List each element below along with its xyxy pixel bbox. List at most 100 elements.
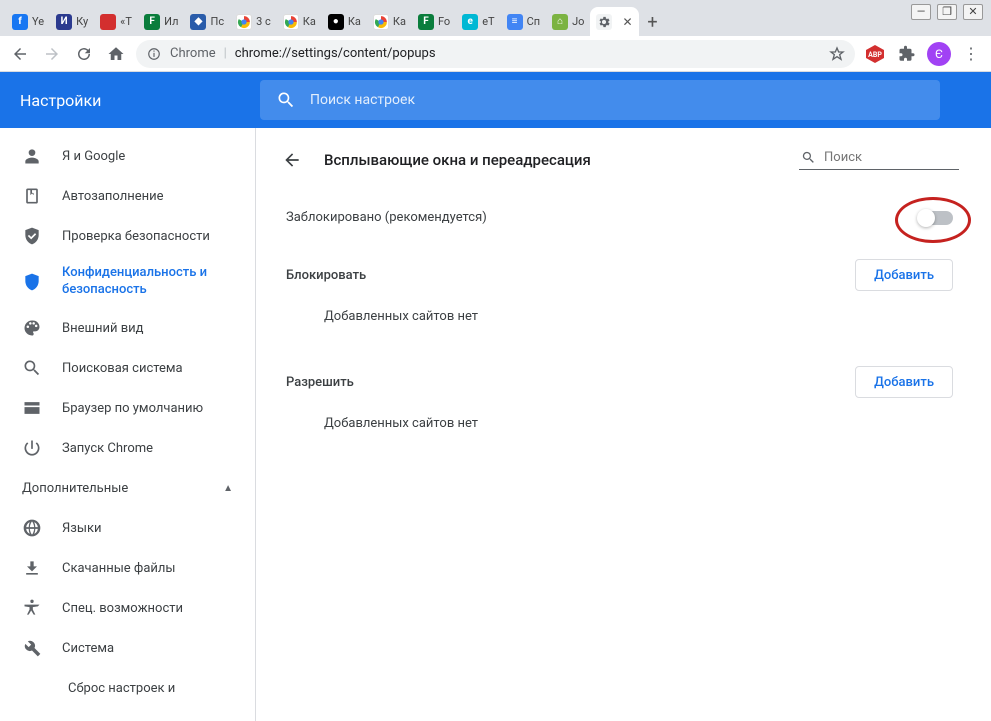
tab-item[interactable]: ⌂Jo <box>546 7 590 36</box>
sidebar-item-label: Система <box>62 641 114 656</box>
site-info-icon[interactable] <box>146 46 162 62</box>
settings-search[interactable] <box>260 80 940 120</box>
sidebar-item[interactable]: Внешний вид <box>0 308 255 348</box>
tab-item[interactable]: ИКу <box>50 7 94 36</box>
palette-icon <box>22 318 42 338</box>
tab-favicon <box>100 14 116 30</box>
sidebar-item-label: Браузер по умолчанию <box>62 401 203 416</box>
sidebar-item[interactable]: Проверка безопасности <box>0 216 255 256</box>
sidebar-item[interactable]: Спец. возможности <box>0 588 255 628</box>
tab-label: Сп <box>527 15 541 28</box>
sidebar-item[interactable]: Я и Google <box>0 136 255 176</box>
section-header: Блокировать Добавить <box>280 243 959 291</box>
sidebar-item-label: Запуск Chrome <box>62 441 153 456</box>
sidebar-item-label: Я и Google <box>62 149 125 164</box>
page-local-search-input[interactable] <box>824 150 990 165</box>
tab-item[interactable]: ● Ка <box>322 7 367 36</box>
add-button[interactable]: Добавить <box>855 259 953 291</box>
sidebar-item[interactable]: Скачанные файлы <box>0 548 255 588</box>
sidebar-item-label: Спец. возможности <box>62 601 183 616</box>
shield-check-icon <box>22 226 42 246</box>
tab-favicon: F <box>418 14 434 30</box>
window-close[interactable]: ✕ <box>963 4 983 20</box>
blocked-toggle-row: Заблокировано (рекомендуется) <box>280 192 959 243</box>
page-local-search[interactable] <box>799 150 959 170</box>
extension-abp-icon[interactable]: ABP <box>863 42 887 66</box>
tab-label: Ка <box>303 15 316 28</box>
tab-item[interactable]: Ка <box>367 7 412 36</box>
sidebar-advanced-toggle[interactable]: Дополнительные ▲ <box>0 468 255 508</box>
back-button[interactable] <box>8 42 32 66</box>
tab-item[interactable]: eeT <box>456 7 500 36</box>
sidebar-item-label: Языки <box>62 521 102 536</box>
sidebar-item-label: Поисковая система <box>62 361 183 376</box>
tab-item[interactable]: FFo <box>412 7 456 36</box>
add-button[interactable]: Добавить <box>855 366 953 398</box>
tab-item[interactable]: FИл <box>138 7 184 36</box>
tab-label: Ка <box>393 15 406 28</box>
tab-label: Пс <box>210 15 224 28</box>
chrome-menu-icon[interactable]: ⋮ <box>959 44 983 63</box>
sidebar-item[interactable]: Система <box>0 628 255 668</box>
settings-search-input[interactable] <box>310 92 924 108</box>
tab-active-settings[interactable]: ✕ <box>590 7 638 36</box>
tab-item[interactable]: Ка <box>277 7 322 36</box>
bookmark-star-icon[interactable] <box>829 46 845 62</box>
tab-label: 3 с <box>256 15 271 28</box>
window-minimize[interactable]: — <box>911 4 931 20</box>
tab-favicon <box>373 14 389 30</box>
sidebar-item[interactable]: Запуск Chrome <box>0 428 255 468</box>
sidebar-item[interactable]: Конфиденциальность и безопасность <box>0 256 255 308</box>
section-empty-text: Добавленных сайтов нет <box>280 398 959 457</box>
power-icon <box>22 438 42 458</box>
svg-text:ABP: ABP <box>868 51 882 59</box>
wrench-icon <box>22 638 42 658</box>
tab-favicon: ⌂ <box>552 14 568 30</box>
sidebar-item[interactable]: Браузер по умолчанию <box>0 388 255 428</box>
tab-item[interactable]: «Т <box>94 7 138 36</box>
chevron-up-icon: ▲ <box>223 483 233 494</box>
back-arrow-icon[interactable] <box>280 148 304 172</box>
accessibility-icon <box>22 598 42 618</box>
sidebar-item[interactable]: Поисковая система <box>0 348 255 388</box>
gear-icon <box>596 14 612 30</box>
tab-label: Ye <box>32 15 44 28</box>
settings-sidebar: Я и Google Автозаполнение Проверка безопас… <box>0 128 256 721</box>
sidebar-item-label: Автозаполнение <box>62 189 164 204</box>
tab-favicon <box>283 14 299 30</box>
profile-avatar[interactable]: Є <box>927 42 951 66</box>
person-icon <box>22 146 42 166</box>
sidebar-item-reset[interactable]: Сброс настроек и <box>0 668 255 708</box>
settings-title: Настройки <box>20 91 260 110</box>
sidebar-item[interactable]: Языки <box>0 508 255 548</box>
download-icon <box>22 558 42 578</box>
tab-favicon: ● <box>328 14 344 30</box>
new-tab-button[interactable]: + <box>639 8 667 36</box>
tab-item[interactable]: fYe <box>6 7 50 36</box>
browser-icon <box>22 398 42 418</box>
tab-label: Ка <box>348 15 361 28</box>
section-title: Разрешить <box>286 375 354 390</box>
section-header: Разрешить Добавить <box>280 350 959 398</box>
toggle-knob <box>917 209 935 227</box>
forward-button[interactable] <box>40 42 64 66</box>
extensions-icon[interactable] <box>895 42 919 66</box>
autofill-icon <box>22 186 42 206</box>
tab-item[interactable]: ≡Сп <box>501 7 547 36</box>
window-maximize[interactable]: ❐ <box>937 4 957 20</box>
tab-item[interactable]: ◆Пс <box>184 7 230 36</box>
tab-label: «Т <box>120 15 132 28</box>
sidebar-advanced-label: Дополнительные <box>22 481 128 496</box>
section-title: Блокировать <box>286 268 366 283</box>
tab-favicon <box>236 14 252 30</box>
address-bar[interactable]: Chrome | chrome://settings/content/popup… <box>136 40 855 68</box>
blocked-toggle[interactable] <box>919 211 953 225</box>
home-button[interactable] <box>104 42 128 66</box>
browser-toolbar: Chrome | chrome://settings/content/popup… <box>0 36 991 72</box>
reload-button[interactable] <box>72 42 96 66</box>
section-empty-text: Добавленных сайтов нет <box>280 291 959 350</box>
sidebar-item[interactable]: Автозаполнение <box>0 176 255 216</box>
search-icon <box>276 90 296 110</box>
tab-item[interactable]: 3 с <box>230 7 277 36</box>
close-icon[interactable]: ✕ <box>622 15 632 29</box>
